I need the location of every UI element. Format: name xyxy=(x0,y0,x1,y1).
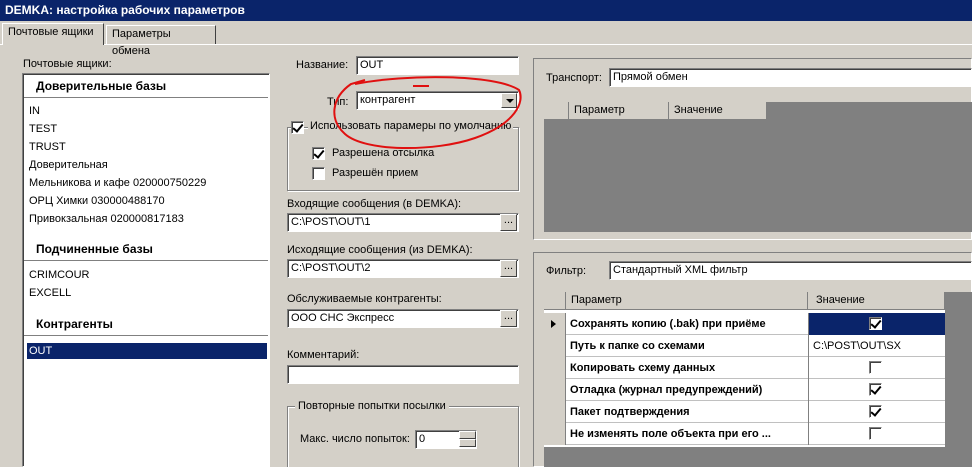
row-indicator xyxy=(544,335,566,357)
param-value-cell[interactable]: C:\POST\OUT\SX xyxy=(808,335,945,357)
max-attempts-label: Макс. число попыток: xyxy=(300,433,410,445)
list-item[interactable]: TRUST xyxy=(29,141,66,153)
receive-allowed-checkbox[interactable] xyxy=(312,167,325,180)
served-input[interactable]: ООО СНС Экспресс xyxy=(287,309,519,328)
list-item[interactable]: ОРЦ Химки 030000488170 xyxy=(29,195,165,207)
transport-grid xyxy=(544,102,972,232)
comment-input[interactable] xyxy=(287,365,519,384)
filter-grid: Параметр Значение Сохранять копию (.bak)… xyxy=(544,292,945,447)
send-allowed-label: Разрешена отсылка xyxy=(332,147,435,159)
outgoing-path-input[interactable]: C:\POST\OUT\2 xyxy=(287,259,519,278)
grid-corner xyxy=(544,102,569,120)
param-value-cell[interactable] xyxy=(808,313,945,335)
row-indicator xyxy=(544,401,566,423)
filter-label: Фильтр: xyxy=(546,265,587,277)
table-row[interactable]: Копировать схему данных xyxy=(544,357,945,379)
type-select[interactable]: контрагент xyxy=(356,91,519,110)
list-separator xyxy=(24,335,268,337)
served-browse-button[interactable]: ... xyxy=(500,310,517,327)
list-item[interactable]: CRIMCOUR xyxy=(29,269,90,281)
param-name: Пакет подтверждения xyxy=(570,406,690,418)
send-allowed-checkbox[interactable] xyxy=(312,147,325,160)
param-name: Путь к папке со схемами xyxy=(570,340,705,352)
spin-down-icon[interactable] xyxy=(459,439,476,447)
outgoing-browse-button[interactable]: ... xyxy=(500,260,517,277)
param-checkbox[interactable] xyxy=(869,361,882,374)
use-defaults-label: Использовать парамеры по умолчанию xyxy=(308,120,514,132)
list-item-selected[interactable]: OUT xyxy=(27,343,267,359)
filter-col-param: Параметр xyxy=(566,292,808,310)
filter-select[interactable]: Стандартный XML фильтр xyxy=(609,261,972,280)
current-row-icon xyxy=(551,320,556,328)
grid-corner xyxy=(544,292,566,310)
outgoing-label: Исходящие сообщения (из DEMKA): xyxy=(287,244,473,256)
param-checkbox[interactable] xyxy=(869,383,882,396)
type-select-value: контрагент xyxy=(360,94,416,106)
group-header-contractors: Контрагенты xyxy=(36,317,113,331)
tab-divider xyxy=(0,44,972,45)
param-name: Копировать схему данных xyxy=(570,362,716,374)
list-item[interactable]: Мельникова и кафе 020000750229 xyxy=(29,177,206,189)
mailbox-list[interactable]: Доверительные базы IN TEST TRUST Доверит… xyxy=(22,73,270,467)
comment-label: Комментарий: xyxy=(287,349,360,361)
param-checkbox[interactable] xyxy=(869,405,882,418)
filter-col-value: Значение xyxy=(808,292,945,310)
param-checkbox[interactable] xyxy=(869,317,882,330)
transport-label: Транспорт: xyxy=(546,72,602,84)
param-checkbox[interactable] xyxy=(869,427,882,440)
tab-strip: Почтовые ящики Параметры обмена xyxy=(2,23,970,57)
spin-up-icon[interactable] xyxy=(459,431,476,439)
incoming-label: Входящие сообщения (в DEMKA): xyxy=(287,198,462,210)
list-separator xyxy=(24,260,268,262)
param-name: Не изменять поле объекта при его ... xyxy=(570,428,771,440)
tab-exchange-params[interactable]: Параметры обмена xyxy=(106,25,216,57)
group-header-subordinate: Подчиненные базы xyxy=(36,242,153,256)
param-value-cell[interactable] xyxy=(808,401,945,423)
tab-mailboxes[interactable]: Почтовые ящики xyxy=(2,23,104,45)
use-defaults-checkbox[interactable] xyxy=(291,121,304,134)
table-row[interactable]: Путь к папке со схемами C:\POST\OUT\SX xyxy=(544,335,945,357)
group-header-trusted: Доверительные базы xyxy=(36,79,167,93)
transport-select[interactable]: Прямой обмен xyxy=(609,68,972,87)
row-indicator xyxy=(544,357,566,379)
mailboxes-label: Почтовые ящики: xyxy=(23,58,112,70)
table-row[interactable]: Не изменять поле объекта при его ... xyxy=(544,423,945,445)
row-indicator xyxy=(544,313,566,335)
retry-group-title: Повторные попытки посылки xyxy=(295,400,449,412)
param-name: Отладка (журнал предупреждений) xyxy=(570,384,763,396)
list-item[interactable]: Привокзальная 020000817183 xyxy=(29,213,184,225)
served-label: Обслуживаемые контрагенты: xyxy=(287,293,442,305)
row-indicator xyxy=(544,379,566,401)
list-item[interactable]: EXCELL xyxy=(29,287,71,299)
incoming-browse-button[interactable]: ... xyxy=(500,214,517,231)
name-label: Название: xyxy=(296,59,349,71)
list-item[interactable]: Доверительная xyxy=(29,159,108,171)
list-separator xyxy=(24,97,268,99)
table-row[interactable]: Отладка (журнал предупреждений) xyxy=(544,379,945,401)
transport-col-param: Параметр xyxy=(569,102,669,120)
param-value-cell[interactable] xyxy=(808,423,945,445)
param-value-cell[interactable] xyxy=(808,357,945,379)
type-label: Тип: xyxy=(327,96,349,108)
table-row[interactable]: Пакет подтверждения xyxy=(544,401,945,423)
window-title: DEMKA: настройка рабочих параметров xyxy=(0,0,972,21)
row-indicator xyxy=(544,423,566,445)
list-item[interactable]: TEST xyxy=(29,123,57,135)
name-input[interactable]: OUT xyxy=(356,56,519,75)
transport-col-value: Значение xyxy=(669,102,767,120)
param-value-cell[interactable] xyxy=(808,379,945,401)
receive-allowed-label: Разрешён прием xyxy=(332,167,419,179)
chevron-down-icon[interactable] xyxy=(501,93,517,108)
list-item[interactable]: IN xyxy=(29,105,40,117)
param-name: Сохранять копию (.bak) при приёме xyxy=(570,318,766,330)
table-row[interactable]: Сохранять копию (.bak) при приёме xyxy=(544,313,945,335)
incoming-path-input[interactable]: C:\POST\OUT\1 xyxy=(287,213,519,232)
